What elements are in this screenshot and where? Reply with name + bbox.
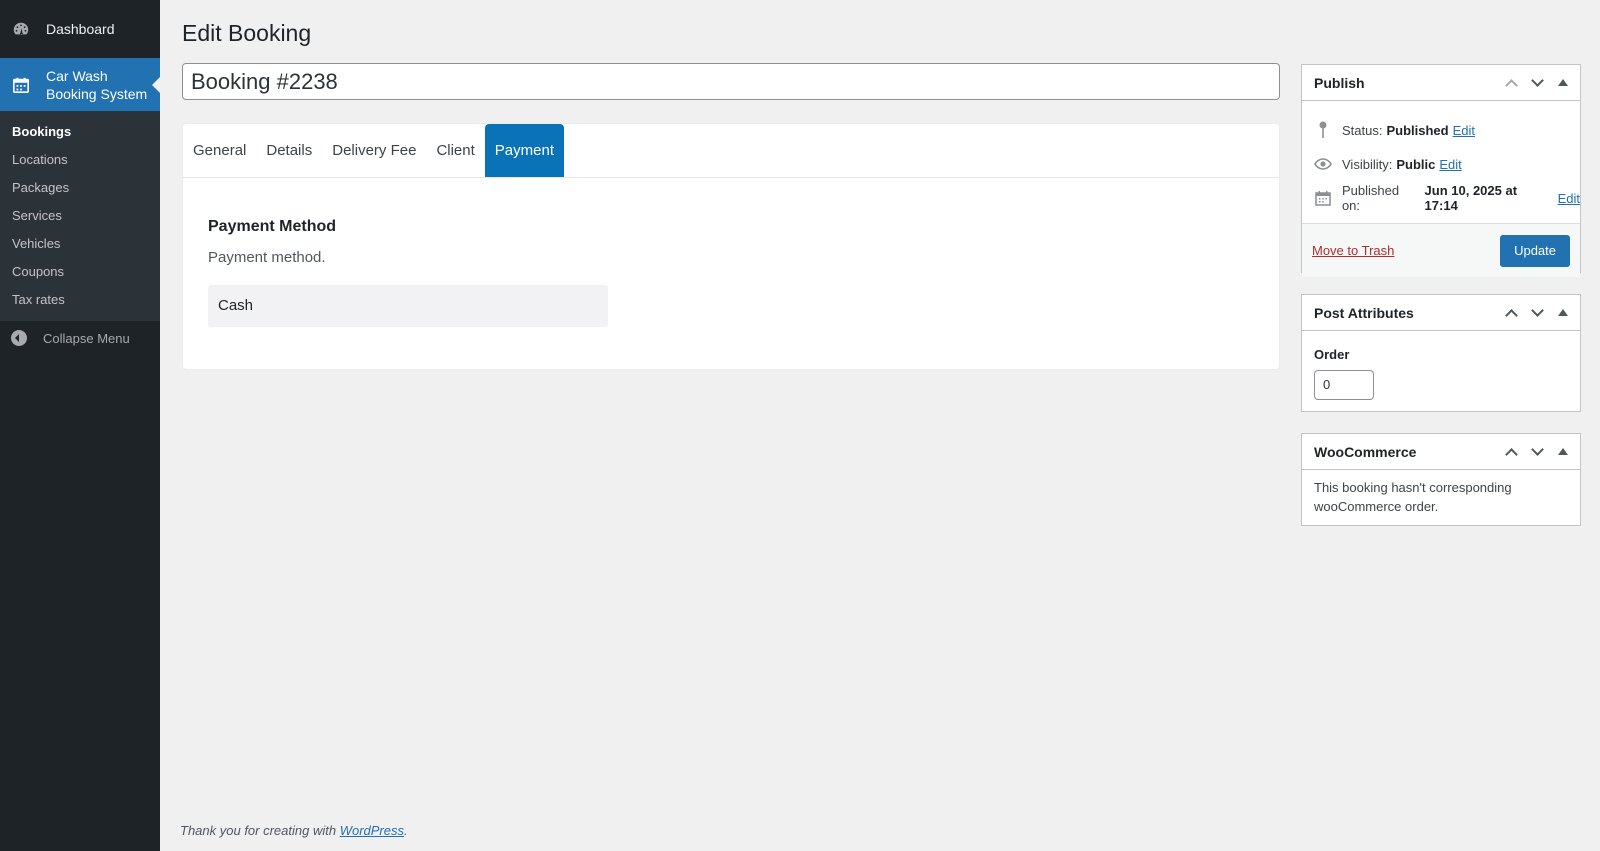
published-on-value: Jun 10, 2025 at 17:14 xyxy=(1424,183,1518,213)
move-up-button[interactable] xyxy=(1498,439,1524,465)
admin-sidebar: Dashboard Car Wash Booking System Booking… xyxy=(0,0,160,851)
wordpress-link[interactable]: WordPress xyxy=(340,823,404,838)
submenu-item-services[interactable]: Services xyxy=(0,202,160,230)
post-attributes-header: Post Attributes xyxy=(1302,295,1580,331)
collapse-menu-button[interactable]: Collapse Menu xyxy=(0,321,160,355)
tab-general[interactable]: General xyxy=(183,124,256,177)
chevron-down-icon xyxy=(1530,442,1544,456)
publish-box-header: Publish xyxy=(1302,65,1580,101)
post-attributes-heading: Post Attributes xyxy=(1314,304,1414,321)
woocommerce-heading: WooCommerce xyxy=(1314,443,1417,460)
chevron-up-icon xyxy=(1504,447,1518,461)
publish-actions: Move to Trash Update xyxy=(1302,223,1580,277)
payment-method-title: Payment Method xyxy=(208,218,337,235)
tab-content-payment: Payment Method Payment method. Cash xyxy=(183,178,1279,367)
menu-dashboard[interactable]: Dashboard xyxy=(0,0,160,58)
submenu-item-tax-rates[interactable]: Tax rates xyxy=(0,286,160,314)
page-title: Edit Booking xyxy=(182,20,312,46)
tab-delivery-fee[interactable]: Delivery Fee xyxy=(322,124,426,177)
menu-car-wash-label: Car Wash Booking System xyxy=(46,67,147,103)
booking-tabs-panel: General Details Delivery Fee Client Paym… xyxy=(182,123,1280,370)
move-down-button[interactable] xyxy=(1524,70,1550,96)
chevron-up-icon xyxy=(1504,78,1518,92)
toggle-arrow-icon xyxy=(1558,309,1568,316)
status-label: Status: xyxy=(1342,122,1383,138)
published-on-label: Published on: xyxy=(1341,183,1400,213)
menu-car-wash-line2: Booking System xyxy=(46,85,148,102)
post-title-input[interactable]: Booking #2238 xyxy=(182,63,1280,100)
pin-icon xyxy=(1314,121,1332,139)
update-button[interactable]: Update xyxy=(1500,234,1570,267)
woocommerce-box: WooCommerce This booking hasn't correspo… xyxy=(1301,433,1581,526)
move-to-trash-link[interactable]: Move to Trash xyxy=(1312,243,1394,258)
edit-visibility-link[interactable]: Edit xyxy=(1439,157,1461,172)
tab-client[interactable]: Client xyxy=(426,124,484,177)
dashboard-icon xyxy=(11,19,31,39)
chevron-up-icon xyxy=(1504,308,1518,322)
toggle-panel-button[interactable] xyxy=(1550,439,1576,465)
move-down-button[interactable] xyxy=(1524,439,1550,465)
submenu-item-locations[interactable]: Locations xyxy=(0,146,160,174)
calendar-small-icon xyxy=(1314,189,1332,207)
publish-heading: Publish xyxy=(1314,74,1365,91)
woocommerce-message: This booking hasn't corresponding wooCom… xyxy=(1314,480,1512,514)
edit-status-link[interactable]: Edit xyxy=(1453,123,1475,138)
status-value: Published xyxy=(1386,122,1449,138)
edit-date-link[interactable]: Edit xyxy=(1558,191,1580,206)
toggle-arrow-icon xyxy=(1558,79,1568,86)
publish-box: Publish Status: Published Edit Visibilit… xyxy=(1301,64,1581,277)
visibility-label: Visibility: xyxy=(1342,156,1393,172)
collapse-icon xyxy=(11,330,27,346)
visibility-value: Public xyxy=(1396,156,1436,172)
payment-method-description: Payment method. xyxy=(208,249,326,266)
submenu-item-bookings[interactable]: Bookings xyxy=(0,118,160,146)
submenu-item-coupons[interactable]: Coupons xyxy=(0,258,160,286)
move-up-button[interactable] xyxy=(1498,300,1524,326)
post-attributes-box: Post Attributes Order 0 xyxy=(1301,294,1581,412)
menu-car-wash-line1: Car Wash xyxy=(46,67,108,84)
footer-period: . xyxy=(404,823,408,838)
move-up-button[interactable] xyxy=(1498,70,1524,96)
order-input[interactable]: 0 xyxy=(1314,370,1374,400)
footer-text: Thank you for creating with xyxy=(180,823,337,838)
published-on-row: Published on: Jun 10, 2025 at 17:14 Edit xyxy=(1302,181,1580,215)
calendar-icon xyxy=(11,75,31,95)
payment-method-select[interactable]: Cash xyxy=(208,285,608,327)
submenu-item-vehicles[interactable]: Vehicles xyxy=(0,230,160,258)
chevron-down-icon xyxy=(1530,73,1544,87)
eye-icon xyxy=(1314,155,1332,173)
tab-bar: General Details Delivery Fee Client Paym… xyxy=(183,124,1279,178)
footer-thankyou: Thank you for creating with WordPress. xyxy=(180,823,408,838)
menu-dashboard-label: Dashboard xyxy=(46,21,115,37)
chevron-down-icon xyxy=(1530,303,1544,317)
toggle-panel-button[interactable] xyxy=(1550,300,1576,326)
status-row: Status: Published Edit xyxy=(1302,113,1580,147)
tab-payment[interactable]: Payment xyxy=(484,124,564,177)
order-label: Order xyxy=(1314,347,1350,362)
tab-details[interactable]: Details xyxy=(256,124,322,177)
visibility-row: Visibility: Public Edit xyxy=(1302,147,1580,181)
submenu-item-packages[interactable]: Packages xyxy=(0,174,160,202)
move-down-button[interactable] xyxy=(1524,300,1550,326)
menu-car-wash[interactable]: Car Wash Booking System xyxy=(0,58,160,111)
toggle-panel-button[interactable] xyxy=(1550,70,1576,96)
woocommerce-header: WooCommerce xyxy=(1302,434,1580,470)
submenu: Bookings Locations Packages Services Veh… xyxy=(0,111,160,321)
toggle-arrow-icon xyxy=(1558,448,1568,455)
collapse-menu-label: Collapse Menu xyxy=(43,330,130,346)
